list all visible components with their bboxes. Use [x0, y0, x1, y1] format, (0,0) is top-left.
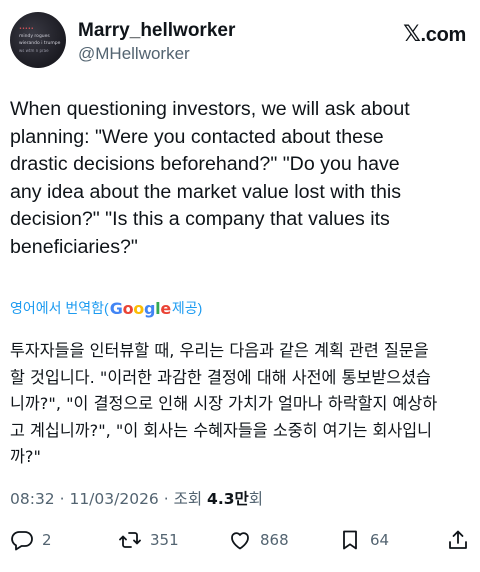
google-logo: Google	[109, 298, 171, 318]
tweet-text: When questioning investors, we will ask …	[10, 98, 410, 258]
translation-prefix: 영어에서 번역함(	[10, 300, 109, 316]
x-logo-icon: 𝕏	[403, 22, 421, 47]
site-label: .com	[420, 24, 467, 46]
avatar-text-1: •••••	[19, 26, 34, 32]
reply-count: 2	[42, 531, 52, 549]
avatar-text-3: wierando i trumpe	[19, 41, 61, 46]
tweet-header: ••••• mindy rogues wierando i trumpe ws …	[10, 10, 470, 70]
translated-text: 투자자들을 인터뷰할 때, 우리는 다음과 같은 계획 관련 질문을 할 것입니…	[10, 341, 438, 466]
reply-icon	[11, 531, 33, 551]
tweet-time[interactable]: 08:32	[10, 490, 55, 508]
like-count: 868	[260, 531, 289, 549]
views-suffix: 회	[248, 490, 264, 508]
action-bar: 2 351 868 64	[10, 528, 470, 556]
heart-icon	[231, 532, 249, 550]
repost-button[interactable]: 351	[118, 528, 179, 552]
tweet-meta: 08:32 · 11/03/2026 · 조회 4.3만회	[10, 487, 263, 509]
author-handle[interactable]: @MHellworker	[78, 44, 190, 64]
share-button[interactable]	[446, 528, 470, 552]
repost-count: 351	[150, 531, 179, 549]
bookmark-button[interactable]: 64	[338, 528, 389, 552]
site-logo: 𝕏.com	[403, 22, 466, 47]
repost-icon	[119, 532, 141, 548]
tweet-date[interactable]: 11/03/2026	[69, 490, 158, 508]
translation-attribution[interactable]: 영어에서 번역함( Google 제공)	[10, 298, 202, 318]
reply-button[interactable]: 2	[10, 528, 52, 552]
translation-suffix: 제공)	[171, 300, 203, 316]
views-label: · 조회	[158, 490, 208, 508]
avatar[interactable]: ••••• mindy rogues wierando i trumpe ws …	[10, 12, 66, 68]
avatar-text-2: mindy rogues	[19, 34, 50, 39]
like-button[interactable]: 868	[228, 528, 289, 552]
share-icon	[449, 530, 467, 549]
bookmark-count: 64	[370, 531, 390, 549]
meta-separator: ·	[54, 490, 70, 508]
author-name[interactable]: Marry_hellworker	[78, 20, 235, 42]
bookmark-icon	[343, 530, 357, 550]
avatar-text-4: ws wtm n prae	[19, 48, 49, 53]
views-count: 4.3만	[207, 490, 249, 508]
